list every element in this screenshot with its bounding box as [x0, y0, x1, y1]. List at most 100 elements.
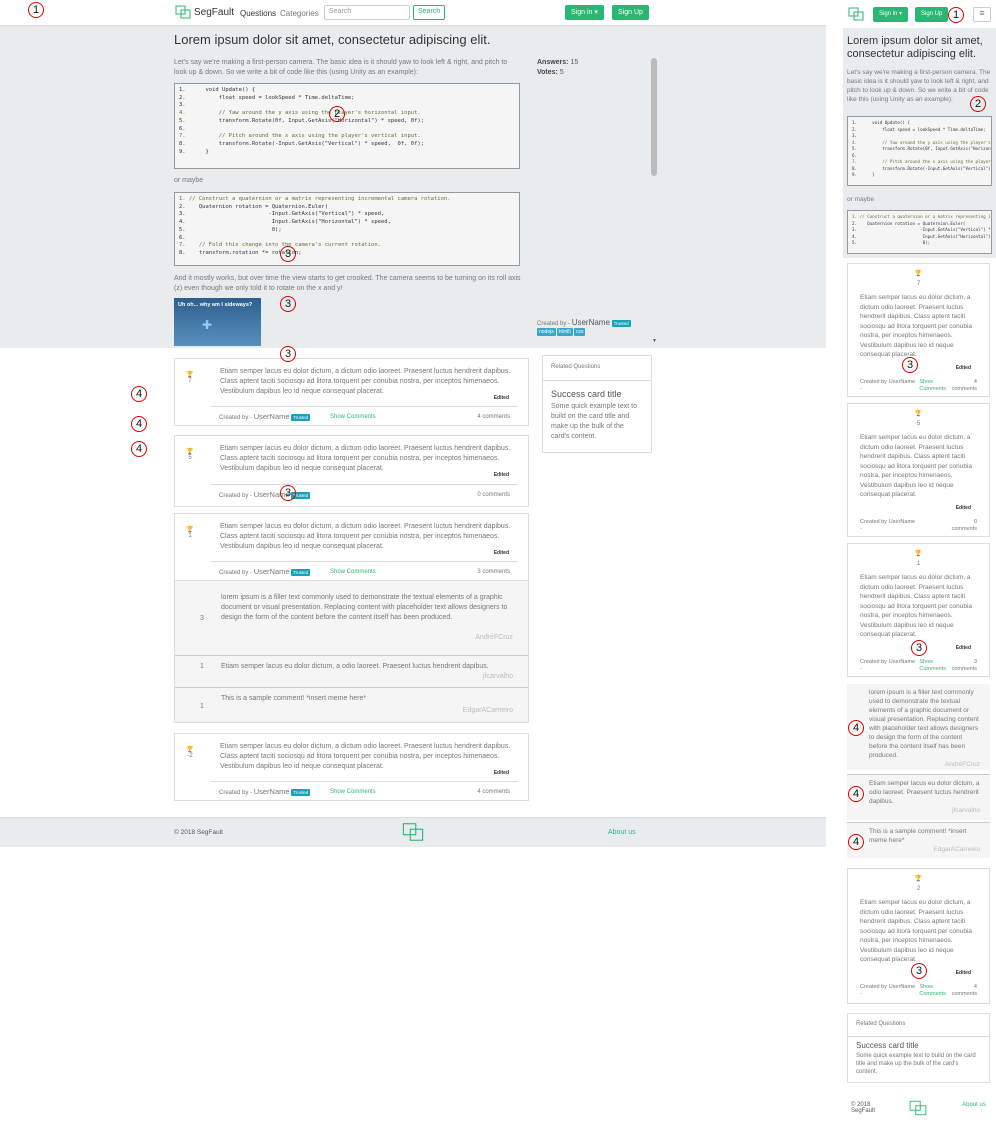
- show-comments-link[interactable]: Show Comments: [919, 379, 950, 393]
- username-link[interactable]: UserName: [254, 787, 290, 796]
- comment-author[interactable]: jfcarvalho: [869, 806, 980, 815]
- sign-in-button[interactable]: Sign in ▾: [565, 5, 604, 20]
- edited-label: Edited: [955, 364, 971, 371]
- tag-nodejs[interactable]: nodejs: [537, 328, 556, 336]
- mobile-comment-item: This is a sample comment! *insert meme h…: [847, 822, 990, 858]
- votes-count: 5: [559, 69, 564, 76]
- sign-in-button[interactable]: Sign in ▾: [873, 7, 909, 22]
- edited-label: Edited: [493, 395, 509, 401]
- comments-count: 0 comments: [951, 519, 977, 532]
- related-header: Related Questions: [543, 356, 651, 381]
- username-link[interactable]: UserName: [254, 567, 290, 576]
- comments-count: 4 comments: [951, 984, 977, 997]
- logo-icon[interactable]: [848, 7, 864, 21]
- tag-list: nodejs html5 css: [537, 328, 586, 336]
- comments-count: 3 comments: [951, 659, 977, 672]
- code-block-1: 1. void Update() {2. float speed = lookS…: [174, 83, 520, 169]
- username-link[interactable]: UserName: [572, 318, 610, 327]
- code-line: 7. // Fold this change into the camera's…: [179, 242, 381, 249]
- created-by-label: Created by -: [219, 790, 253, 796]
- comment-author[interactable]: EdgarACarneiro: [869, 845, 980, 854]
- related-header: Related Questions: [848, 1014, 989, 1037]
- show-comments-link[interactable]: Show Comments: [330, 414, 450, 420]
- code-line: 3. -Input.GetAxis("Vertical") * speed,: [852, 227, 991, 232]
- comment-author[interactable]: AndréFCruz: [475, 633, 513, 643]
- mobile-answer-card: 🏆 5 Etiam semper lacus eu dolor dictum, a…: [847, 403, 990, 537]
- trusted-badge: Trusted: [291, 414, 311, 421]
- code-block-1: 1. void Update() {2. float speed = lookS…: [847, 116, 992, 186]
- code-line: 5. transform.Rotate(0f, Input.GetAxis("H…: [179, 117, 425, 124]
- comments-count: 4 comments: [951, 379, 977, 392]
- trophy-icon: 🏆 7: [848, 264, 989, 289]
- created-by-label: Created by -: [860, 519, 887, 532]
- code-line: 6.: [179, 234, 186, 241]
- code-block-2: 1. // Construct a quaternion or a matrix…: [174, 192, 520, 266]
- question-intro: Let's say we're making a first-person ca…: [174, 59, 508, 76]
- annotation-marker: 1: [28, 2, 44, 18]
- answer-text: Etiam semper lacus eu dolor dictum, a di…: [220, 445, 511, 472]
- sign-up-button[interactable]: Sign Up: [915, 7, 949, 22]
- username-link[interactable]: UserName: [889, 519, 950, 533]
- code-line: 4. // Yaw around the y axis using the pl…: [179, 110, 421, 117]
- trophy-icon: 🏆 7: [186, 372, 194, 384]
- menu-toggle-icon[interactable]: ≡: [973, 7, 991, 22]
- answer-votes: 5: [916, 420, 921, 427]
- comment-author[interactable]: EdgarACarneiro: [463, 706, 513, 716]
- show-comments-link[interactable]: Show Comments: [330, 789, 450, 795]
- about-us-link[interactable]: About us: [608, 829, 636, 836]
- answer-footer: Created by - UserName Trusted Show Comme…: [211, 781, 518, 801]
- scrollbar-thumb[interactable]: [651, 58, 657, 176]
- search-input[interactable]: Search: [324, 5, 410, 20]
- sign-up-button[interactable]: Sign Up: [612, 5, 649, 20]
- code-line: 5. 0);: [852, 240, 931, 245]
- mobile-footer: © 2018 SegFault About us: [843, 1094, 996, 1127]
- created-by-label: Created by -: [537, 321, 571, 327]
- show-comments-link[interactable]: Show Comments: [919, 659, 950, 673]
- answer-card: 🏆 1 Etiam semper lacus eu dolor dictum, a…: [174, 513, 529, 581]
- brand-logo[interactable]: SegFault: [175, 5, 234, 19]
- code-line: 2. Quaternion rotation = Quaternion.Eule…: [179, 203, 329, 210]
- scroll-down-icon[interactable]: ▼: [652, 338, 657, 344]
- desktop-navbar: SegFault Questions Categories Search Sea…: [0, 0, 826, 26]
- created-by-label: Created by -: [860, 379, 887, 392]
- mobile-answer-card: 🏆 2 Etiam semper lacus eu dolor dictum, a…: [847, 868, 990, 1004]
- comment-author[interactable]: AndréFCruz: [869, 760, 980, 769]
- tag-css[interactable]: css: [573, 328, 586, 336]
- comment-item: 1 This is a sample comment! *insert meme…: [175, 687, 528, 723]
- username-link[interactable]: UserName: [889, 379, 920, 393]
- code-line: 1. void Update() {: [179, 87, 256, 93]
- nav-categories[interactable]: Categories: [280, 9, 319, 18]
- answer-votes: 1: [188, 533, 192, 539]
- comment-author[interactable]: jfcarvalho: [483, 672, 513, 682]
- code-line: 7. // Pitch around the x axis using the …: [852, 159, 991, 164]
- comment-votes: 1: [200, 703, 204, 710]
- answer-votes: -2: [187, 753, 193, 759]
- annotation-marker: 3: [280, 485, 296, 501]
- logo-icon: [175, 5, 191, 19]
- trophy-icon: 🏆 2: [848, 869, 989, 894]
- answer-card: 🏆 7 Etiam semper lacus eu dolor dictum, a…: [174, 358, 529, 426]
- answer-card: 🏆 -2 Etiam semper lacus eu dolor dictum, …: [174, 733, 529, 801]
- search-button[interactable]: Search: [413, 5, 446, 20]
- nav-questions[interactable]: Questions: [240, 9, 276, 18]
- username-link[interactable]: UserName: [889, 984, 920, 998]
- related-card-title[interactable]: Success card title: [543, 381, 651, 402]
- answer-footer: Created by - UserName Trusted Show Comme…: [211, 406, 518, 426]
- question-title: Lorem ipsum dolor sit amet, consectetur …: [174, 32, 491, 47]
- show-comments-link[interactable]: Show Comments: [330, 569, 450, 575]
- about-us-link[interactable]: About us: [961, 1102, 987, 1108]
- annotation-marker: 3: [902, 357, 918, 373]
- question-title: Lorem ipsum dolor sit amet, consectetur …: [847, 35, 983, 60]
- related-card-title[interactable]: Success card title: [848, 1037, 989, 1051]
- username-link[interactable]: UserName: [889, 659, 920, 673]
- mobile-related-card: Related Questions Success card title Som…: [847, 1013, 990, 1083]
- tag-html5[interactable]: html5: [556, 328, 573, 336]
- code-line: 7. // Pitch around the x axis using the …: [179, 133, 421, 140]
- username-link[interactable]: UserName: [254, 412, 290, 421]
- code-line: 3. -Input.GetAxis("Vertical") * speed,: [179, 211, 385, 218]
- show-comments-link[interactable]: Show Comments: [919, 984, 950, 998]
- comments-count: 4 comments: [477, 788, 510, 795]
- comment-text: lorem ipsum is a filler text commonly us…: [869, 689, 979, 759]
- votes-label: Votes:: [537, 69, 558, 76]
- answers-label: Answers:: [537, 59, 569, 66]
